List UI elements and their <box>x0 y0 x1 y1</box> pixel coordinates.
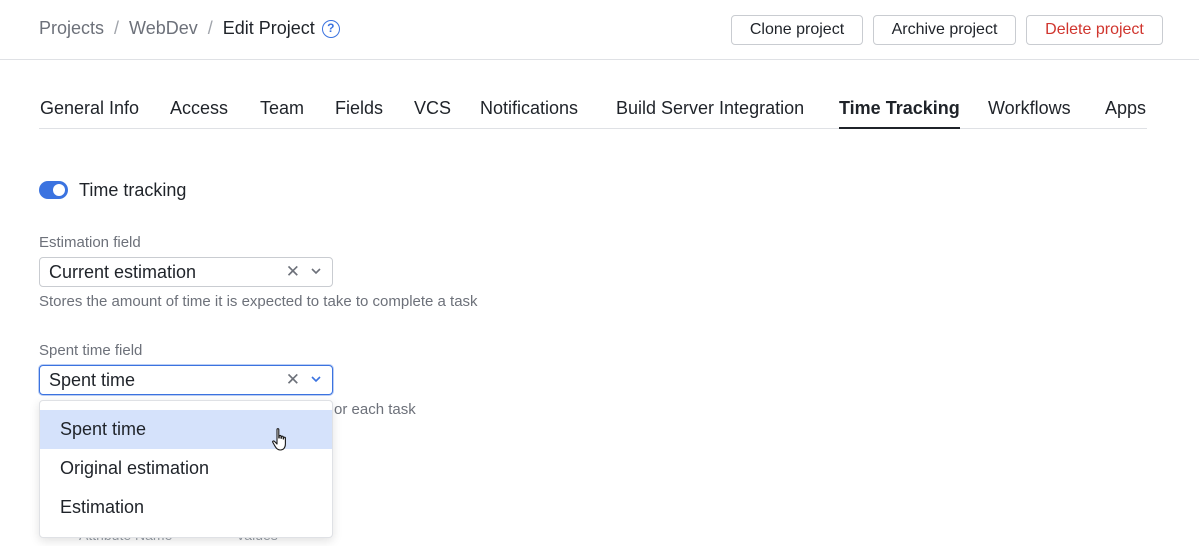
tab-notifications[interactable]: Notifications <box>480 98 578 129</box>
tab-vcs[interactable]: VCS <box>414 98 451 129</box>
spent-time-field-select[interactable]: Spent time ✕ <box>39 365 333 395</box>
clear-icon[interactable]: ✕ <box>286 263 300 281</box>
spent-time-field-value: Spent time <box>49 370 136 390</box>
toggle-knob <box>53 184 65 196</box>
tab-team[interactable]: Team <box>260 98 304 129</box>
tab-build-server-integration[interactable]: Build Server Integration <box>616 98 804 129</box>
dropdown-option-estimation[interactable]: Estimation <box>40 488 332 527</box>
clone-project-button[interactable]: Clone project <box>731 15 863 45</box>
time-tracking-toggle[interactable] <box>39 181 68 199</box>
page-title: Edit Project <box>222 18 315 38</box>
time-tracking-label: Time tracking <box>79 180 187 200</box>
breadcrumb-separator: / <box>114 18 120 38</box>
hand-cursor-icon <box>272 428 286 451</box>
chevron-down-icon[interactable] <box>311 267 321 275</box>
breadcrumb: Projects / WebDev / Edit Project ? <box>39 18 340 39</box>
archive-project-button[interactable]: Archive project <box>873 15 1016 45</box>
tab-general-info[interactable]: General Info <box>40 98 139 129</box>
tab-apps[interactable]: Apps <box>1105 98 1146 129</box>
estimation-field-label: Estimation field <box>39 234 141 251</box>
estimation-field-value: Current estimation <box>49 262 197 282</box>
dropdown-option-original-estimation[interactable]: Original estimation <box>40 449 332 488</box>
spent-time-dropdown: Spent time Original estimation Estimatio… <box>39 400 333 538</box>
help-icon[interactable]: ? <box>321 19 340 38</box>
delete-project-button[interactable]: Delete project <box>1026 15 1163 45</box>
breadcrumb-webdev[interactable]: WebDev <box>129 18 198 39</box>
tab-time-tracking[interactable]: Time Tracking <box>839 98 960 129</box>
estimation-field-select[interactable]: Current estimation ✕ <box>39 257 333 287</box>
tab-fields[interactable]: Fields <box>335 98 383 129</box>
estimation-field-hint: Stores the amount of time it is expected… <box>39 293 478 310</box>
top-bar: Projects / WebDev / Edit Project ? Clone… <box>0 0 1199 60</box>
chevron-down-icon[interactable] <box>311 375 321 383</box>
breadcrumb-projects[interactable]: Projects <box>39 18 104 39</box>
spent-time-field-label: Spent time field <box>39 342 143 359</box>
spent-time-field-hint: or each task <box>334 401 416 418</box>
breadcrumb-separator: / <box>207 18 213 38</box>
settings-tabs: General Info Access Team Fields VCS Noti… <box>39 98 1147 129</box>
tab-workflows[interactable]: Workflows <box>988 98 1071 129</box>
tab-access[interactable]: Access <box>170 98 228 129</box>
clear-icon[interactable]: ✕ <box>286 371 300 389</box>
